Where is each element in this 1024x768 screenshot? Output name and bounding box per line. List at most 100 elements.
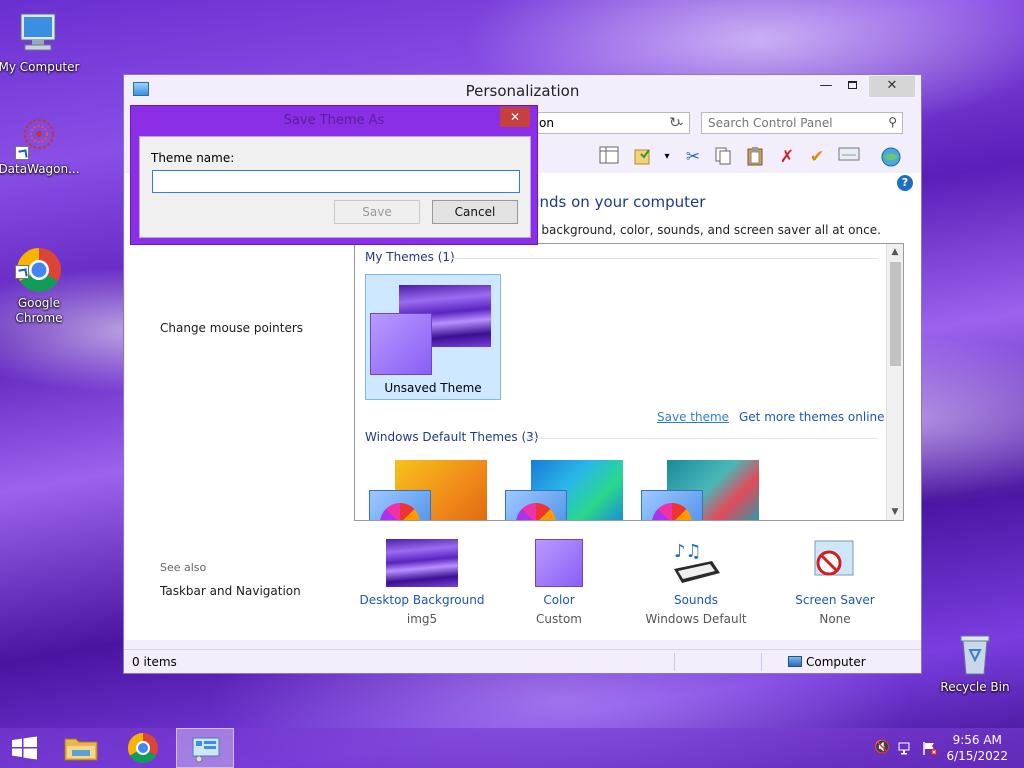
save-button[interactable]: Save: [334, 200, 420, 224]
volume-muted-icon[interactable]: 🔇: [874, 740, 890, 755]
page-subheading: p background, color, sounds, and screen …: [530, 223, 881, 237]
start-button[interactable]: [0, 728, 58, 768]
screen-saver-label: Screen Saver: [795, 593, 875, 607]
page-heading: unds on your computer: [530, 193, 706, 211]
refresh-button[interactable]: ↻: [664, 112, 686, 134]
themes-panel: My Themes (1) Unsaved Theme Save theme G…: [354, 243, 904, 521]
status-divider: [674, 653, 675, 671]
close-button[interactable]: ✕: [869, 76, 915, 97]
desktop-icon-label: Google Chrome: [15, 296, 63, 325]
title-bar[interactable]: Personalization — ✕: [124, 75, 921, 107]
color-value: Custom: [536, 612, 582, 626]
chrome-icon: [127, 733, 158, 764]
scrollbar-thumb[interactable]: [890, 262, 901, 366]
delete-icon[interactable]: ✗: [776, 146, 798, 168]
desktop-background-item[interactable]: Desktop Background img5: [357, 539, 487, 626]
themes-scrollbar[interactable]: ▲ ▼: [886, 244, 903, 520]
theme-color-swatch: [369, 490, 431, 520]
taskbar: 🔇 9:56 AM 6/15/2022: [0, 728, 1024, 768]
svg-text:♪♫: ♪♫: [674, 541, 702, 562]
screen-saver-item[interactable]: Screen Saver None: [770, 539, 900, 626]
default-theme-tile-lines[interactable]: [501, 460, 625, 520]
maximize-button[interactable]: [839, 76, 865, 97]
scroll-up-icon[interactable]: ▲: [887, 244, 903, 260]
desktop-icon-label: My Computer: [0, 60, 80, 74]
desktop-background-value: img5: [406, 612, 438, 626]
properties-folder-icon[interactable]: [632, 146, 654, 168]
desktop-icon-datawagon[interactable]: DataWagon...: [0, 112, 81, 177]
change-mouse-pointers-link[interactable]: Change mouse pointers: [160, 321, 303, 335]
color-wheel-icon: [652, 503, 692, 520]
default-theme-tile-windows[interactable]: [365, 460, 489, 520]
toolbar: ▾ ✂ ✗ ✔: [594, 143, 914, 173]
theme-color-swatch: [505, 490, 567, 520]
copy-icon[interactable]: [712, 146, 734, 168]
theme-name: Unsaved Theme: [384, 381, 482, 395]
window-title: Personalization: [465, 82, 580, 100]
help-icon[interactable]: ?: [897, 175, 913, 191]
shortcut-arrow-icon: [15, 265, 29, 279]
sounds-icon: ♪♫: [660, 539, 732, 587]
sounds-value: Windows Default: [645, 612, 747, 626]
cancel-button[interactable]: Cancel: [432, 200, 518, 224]
cut-icon[interactable]: ✂: [682, 146, 704, 168]
desktop-background-label: Desktop Background: [359, 593, 485, 607]
dialog-body: Theme name: Save Cancel: [139, 136, 531, 238]
action-center-flag-icon[interactable]: [922, 740, 938, 760]
unsaved-theme-tile[interactable]: Unsaved Theme: [365, 274, 501, 400]
taskbar-file-explorer[interactable]: [52, 728, 110, 768]
desktop-icon-recycle-bin[interactable]: Recycle Bin: [933, 630, 1017, 695]
theme-color-swatch: [641, 490, 703, 520]
chrome-icon: [15, 231, 63, 292]
globe-icon[interactable]: [880, 146, 902, 168]
screen-icon[interactable]: [838, 146, 860, 168]
get-more-themes-link[interactable]: Get more themes online: [739, 410, 885, 424]
system-clock[interactable]: 9:56 AM 6/15/2022: [946, 732, 1008, 764]
shortcut-arrow-icon: [15, 146, 29, 160]
see-also-label: See also: [160, 561, 207, 574]
color-item[interactable]: Color Custom: [494, 539, 624, 626]
layout-pane-icon[interactable]: [598, 146, 620, 168]
chevron-down-icon[interactable]: ▾: [656, 146, 678, 168]
search-input[interactable]: [702, 113, 872, 133]
desktop-icon-my-computer[interactable]: My Computer: [0, 10, 81, 75]
address-text: on: [539, 116, 554, 130]
checkmark-icon[interactable]: ✔: [806, 146, 828, 168]
save-theme-dialog: Save Theme As ✕ Theme name: Save Cancel: [130, 105, 538, 245]
status-location: Computer: [788, 655, 866, 669]
control-panel-icon: [192, 737, 220, 763]
desktop-icon-google-chrome[interactable]: Google Chrome: [0, 216, 81, 341]
taskbar-control-panel[interactable]: [176, 728, 234, 768]
sounds-label: Sounds: [673, 593, 719, 607]
desktop-icon-label: Recycle Bin: [940, 680, 1010, 694]
status-divider: [761, 653, 762, 671]
dialog-title: Save Theme As: [283, 113, 385, 128]
folder-icon: [64, 738, 98, 761]
network-icon[interactable]: [898, 740, 914, 760]
default-theme-tile-flowers[interactable]: [637, 460, 761, 520]
scroll-down-icon[interactable]: ▼: [887, 504, 903, 520]
sounds-item[interactable]: ♪♫ Sounds Windows Default: [631, 539, 761, 626]
default-themes-group-label: Windows Default Themes (3): [365, 430, 539, 444]
save-theme-link[interactable]: Save theme: [657, 410, 729, 424]
clock-time: 9:56 AM: [952, 733, 1002, 747]
desktop-icon-label: DataWagon...: [0, 162, 80, 176]
theme-name-input[interactable]: [152, 170, 520, 193]
theme-color-swatch: [370, 313, 432, 375]
recycle-bin-icon: [951, 630, 999, 678]
item-count: 0 items: [132, 655, 177, 669]
minimize-button[interactable]: —: [813, 76, 839, 97]
close-icon: ✕: [509, 110, 521, 124]
refresh-icon: ↻: [669, 115, 681, 131]
taskbar-chrome[interactable]: [114, 728, 172, 768]
maximize-icon: [847, 81, 857, 89]
paste-icon[interactable]: [744, 146, 766, 168]
dialog-close-button[interactable]: ✕: [500, 107, 530, 127]
windows-logo-icon: [12, 736, 37, 760]
group-divider: [447, 258, 877, 259]
status-location-text: Computer: [806, 655, 866, 669]
search-icon[interactable]: ⚲: [888, 115, 897, 129]
my-themes-group-label: My Themes (1): [365, 250, 455, 264]
taskbar-navigation-link[interactable]: Taskbar and Navigation: [160, 584, 301, 598]
clock-date: 6/15/2022: [946, 749, 1008, 763]
